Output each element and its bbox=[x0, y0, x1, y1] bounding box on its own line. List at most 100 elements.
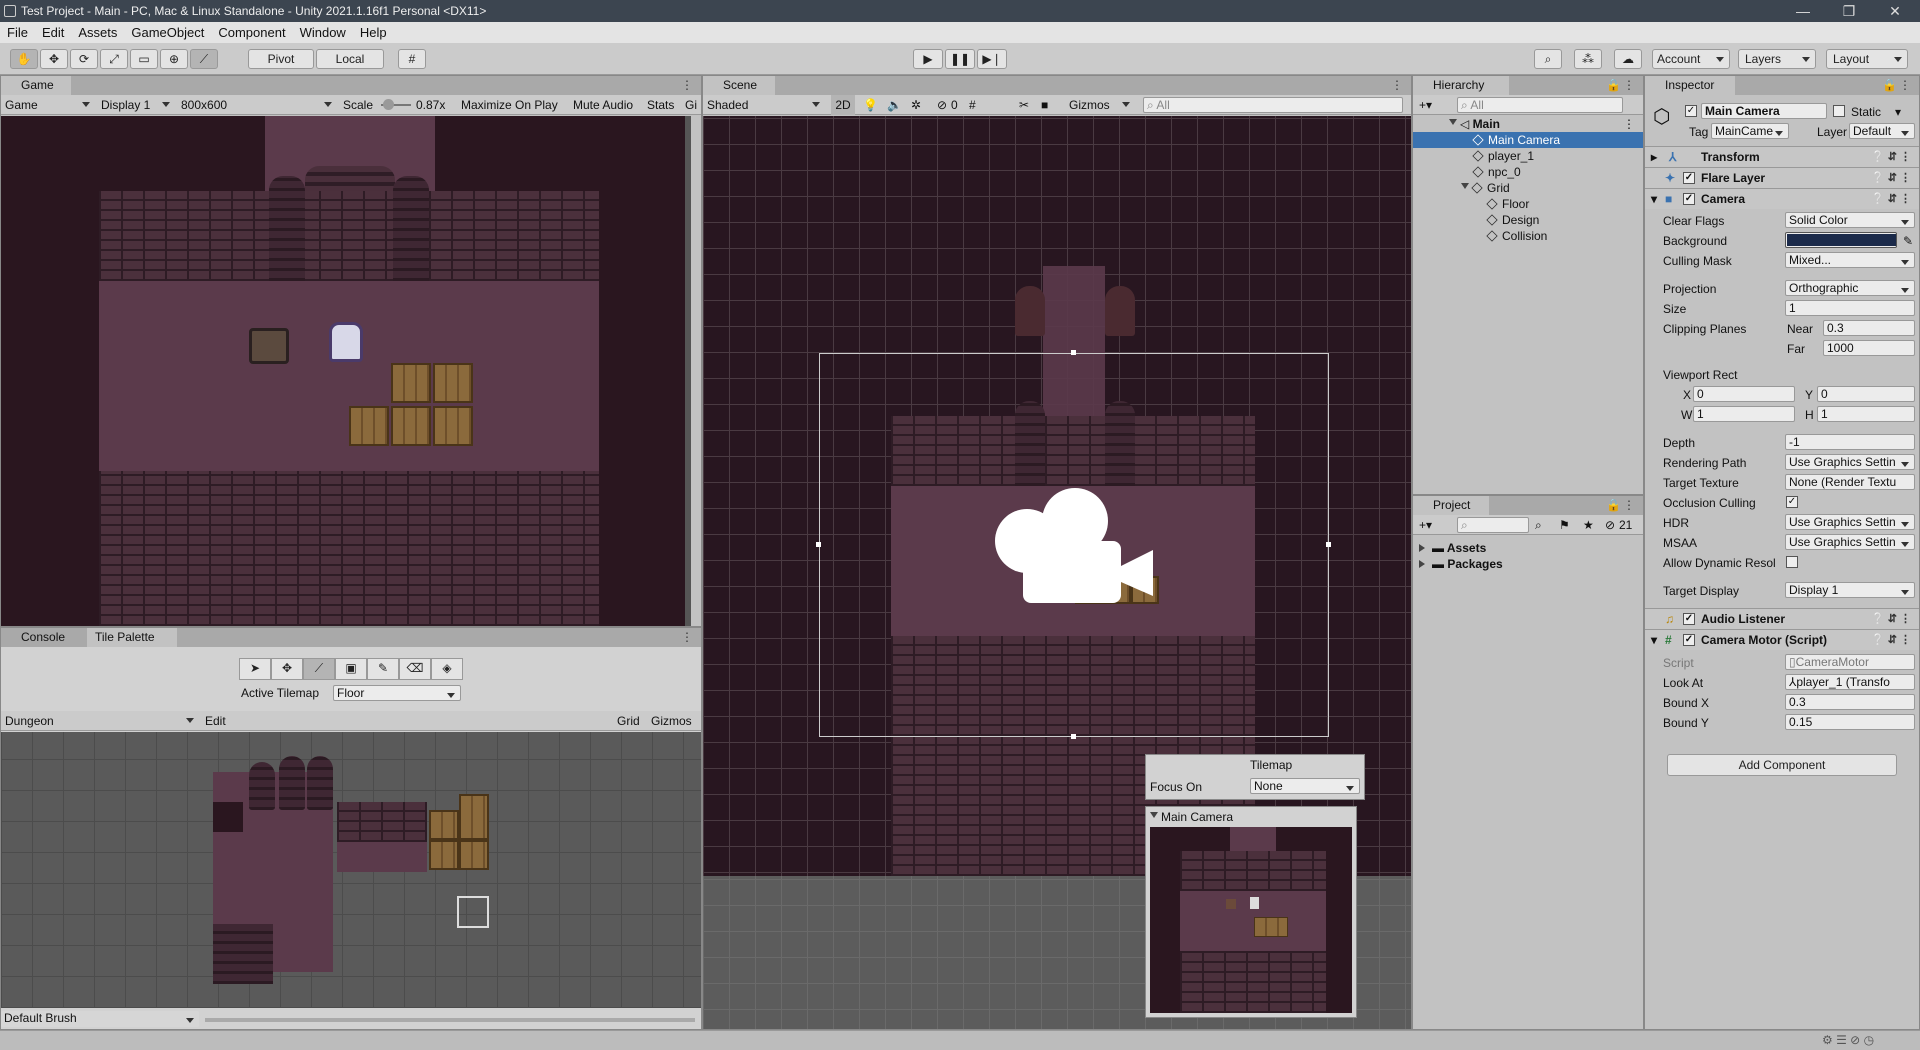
kebab-icon[interactable]: ⋮ bbox=[1623, 116, 1635, 132]
focus-on-dropdown[interactable]: None bbox=[1250, 778, 1360, 794]
component-enabled-checkbox[interactable]: ✓ bbox=[1683, 193, 1695, 205]
active-tilemap-dropdown[interactable]: Floor bbox=[333, 685, 461, 701]
hdr-dropdown[interactable]: Use Graphics Settin bbox=[1785, 514, 1915, 530]
hierarchy-item-player[interactable]: player_1 bbox=[1413, 148, 1643, 164]
collab-icon[interactable]: ⁂ bbox=[1574, 49, 1602, 69]
brush-scrollbar[interactable] bbox=[205, 1018, 695, 1022]
tab-game[interactable]: Game bbox=[1, 76, 71, 95]
scrollbar[interactable] bbox=[685, 116, 691, 626]
bound-y-input[interactable]: 0.15 bbox=[1785, 714, 1915, 730]
create-icon[interactable]: +▾ bbox=[1419, 515, 1432, 535]
pause-button-icon[interactable]: ❚❚ bbox=[945, 49, 975, 69]
search-icon[interactable]: ⌕ bbox=[1534, 49, 1562, 69]
filter-label-icon[interactable]: ⚑ bbox=[1559, 515, 1570, 535]
depth-input[interactable]: -1 bbox=[1785, 434, 1915, 450]
component-actions-icon[interactable]: ❔ ⇵ ⋮ bbox=[1871, 147, 1911, 167]
look-at-field[interactable]: ⅄player_1 (Transfo bbox=[1785, 674, 1915, 690]
hierarchy-item-main-camera[interactable]: Main Camera bbox=[1413, 132, 1643, 148]
hierarchy-item-design[interactable]: Design bbox=[1413, 212, 1643, 228]
allow-dynamic-resolution-checkbox[interactable] bbox=[1786, 556, 1798, 568]
target-texture-field[interactable]: None (Render Textu bbox=[1785, 474, 1915, 490]
bound-x-input[interactable]: 0.3 bbox=[1785, 694, 1915, 710]
component-enabled-checkbox[interactable]: ✓ bbox=[1683, 172, 1695, 184]
picker-icon[interactable]: ✎ bbox=[367, 658, 399, 680]
hidden-packages-icon[interactable]: ⊘ bbox=[1605, 515, 1615, 535]
rect-handle[interactable] bbox=[1326, 542, 1331, 547]
palette-gizmos-toggle[interactable]: Gizmos bbox=[651, 711, 692, 731]
component-actions-icon[interactable]: ❔ ⇵ ⋮ bbox=[1871, 630, 1911, 650]
kebab-icon[interactable]: ⋮ bbox=[1623, 498, 1635, 512]
hierarchy-item-main[interactable]: ◁ Main ⋮ bbox=[1413, 116, 1643, 132]
viewport-w-input[interactable]: 1 bbox=[1693, 406, 1795, 422]
menu-component[interactable]: Component bbox=[211, 22, 292, 43]
display-dropdown[interactable]: Display 1 bbox=[101, 95, 175, 115]
viewport-h-input[interactable]: 1 bbox=[1817, 406, 1915, 422]
component-actions-icon[interactable]: ❔ ⇵ ⋮ bbox=[1871, 189, 1911, 209]
lock-icon[interactable]: 🔒 bbox=[1606, 498, 1621, 512]
tools-icon[interactable]: ✂ bbox=[1019, 95, 1029, 115]
projection-dropdown[interactable]: Orthographic bbox=[1785, 280, 1915, 296]
cloud-icon[interactable]: ☁ bbox=[1614, 49, 1642, 69]
game-mode-dropdown[interactable]: Game bbox=[5, 95, 95, 115]
rect-tool-icon[interactable]: ▭ bbox=[130, 49, 158, 69]
kebab-icon[interactable]: ⋮ bbox=[681, 630, 693, 644]
gizmos-dropdown[interactable]: Gizmos bbox=[1069, 95, 1135, 115]
tab-hierarchy[interactable]: Hierarchy bbox=[1413, 76, 1509, 95]
camera-gizmo-icon[interactable] bbox=[993, 486, 1153, 606]
grid-snap-icon[interactable]: # bbox=[398, 49, 426, 69]
hierarchy-item-floor[interactable]: Floor bbox=[1413, 196, 1643, 212]
lock-icon[interactable]: 🔒 bbox=[1606, 78, 1621, 92]
scale-tool-icon[interactable]: ⤢ bbox=[100, 49, 128, 69]
layers-dropdown[interactable]: Layers bbox=[1738, 49, 1816, 69]
kebab-icon[interactable]: ⋮ bbox=[681, 78, 693, 92]
kebab-icon[interactable]: ⋮ bbox=[1623, 78, 1635, 92]
kebab-icon[interactable]: ⋮ bbox=[1391, 78, 1403, 92]
tab-scene[interactable]: Scene bbox=[703, 76, 775, 95]
eraser-icon[interactable]: ⌫ bbox=[399, 658, 431, 680]
stats-toggle[interactable]: Stats bbox=[647, 95, 674, 115]
rendering-path-dropdown[interactable]: Use Graphics Settin bbox=[1785, 454, 1915, 470]
tab-project[interactable]: Project bbox=[1413, 496, 1489, 515]
object-name-input[interactable]: Main Camera bbox=[1701, 103, 1827, 119]
near-input[interactable]: 0.3 bbox=[1823, 320, 1915, 336]
pivot-toggle[interactable]: Pivot bbox=[248, 49, 314, 69]
paint-brush-icon[interactable]: ⟋ bbox=[303, 658, 335, 680]
hierarchy-search-input[interactable]: ⌕ All bbox=[1457, 97, 1623, 113]
flare-layer-component-header[interactable]: ✦ ✓ Flare Layer ❔ ⇵ ⋮ bbox=[1645, 167, 1919, 188]
hand-tool-icon[interactable]: ✋ bbox=[10, 49, 38, 69]
custom-tool-icon[interactable]: ⟋ bbox=[190, 49, 218, 69]
2d-toggle[interactable]: 2D bbox=[831, 95, 855, 115]
transform-tool-icon[interactable]: ⊕ bbox=[160, 49, 188, 69]
project-search-input[interactable]: ⌕ bbox=[1457, 517, 1529, 533]
step-button-icon[interactable]: ▶❘ bbox=[977, 49, 1007, 69]
msaa-dropdown[interactable]: Use Graphics Settin bbox=[1785, 534, 1915, 550]
add-component-button[interactable]: Add Component bbox=[1667, 754, 1897, 776]
tab-inspector[interactable]: Inspector bbox=[1645, 76, 1735, 95]
account-dropdown[interactable]: Account bbox=[1652, 49, 1730, 69]
tab-console[interactable]: Console bbox=[1, 628, 87, 647]
menu-file[interactable]: File bbox=[0, 22, 35, 43]
tab-tile-palette[interactable]: Tile Palette bbox=[87, 628, 177, 647]
hierarchy-item-npc[interactable]: npc_0 bbox=[1413, 164, 1643, 180]
component-enabled-checkbox[interactable]: ✓ bbox=[1683, 613, 1695, 625]
folder-assets[interactable]: ▬ Assets bbox=[1413, 540, 1643, 556]
mute-audio-toggle[interactable]: Mute Audio bbox=[573, 95, 633, 115]
active-checkbox[interactable]: ✓ bbox=[1685, 105, 1697, 117]
scene-search-input[interactable]: ⌕ All bbox=[1143, 97, 1403, 113]
transform-component-header[interactable]: ▸ ⅄ Transform ❔ ⇵ ⋮ bbox=[1645, 146, 1919, 167]
target-display-dropdown[interactable]: Display 1 bbox=[1785, 582, 1915, 598]
fill-icon[interactable]: ◈ bbox=[431, 658, 463, 680]
minimize-button[interactable]: — bbox=[1780, 0, 1826, 22]
menu-gameobject[interactable]: GameObject bbox=[124, 22, 211, 43]
viewport-y-input[interactable]: 0 bbox=[1817, 386, 1915, 402]
close-button[interactable]: ✕ bbox=[1872, 0, 1918, 22]
create-icon[interactable]: +▾ bbox=[1419, 95, 1432, 115]
rect-handle[interactable] bbox=[1071, 734, 1076, 739]
layer-dropdown[interactable]: Default bbox=[1849, 123, 1915, 139]
component-actions-icon[interactable]: ❔ ⇵ ⋮ bbox=[1871, 609, 1911, 629]
kebab-icon[interactable]: ⋮ bbox=[1899, 78, 1911, 92]
rotate-tool-icon[interactable]: ⟳ bbox=[70, 49, 98, 69]
local-toggle[interactable]: Local bbox=[316, 49, 384, 69]
hierarchy-item-collision[interactable]: Collision bbox=[1413, 228, 1643, 244]
tag-dropdown[interactable]: MainCame bbox=[1711, 123, 1789, 139]
